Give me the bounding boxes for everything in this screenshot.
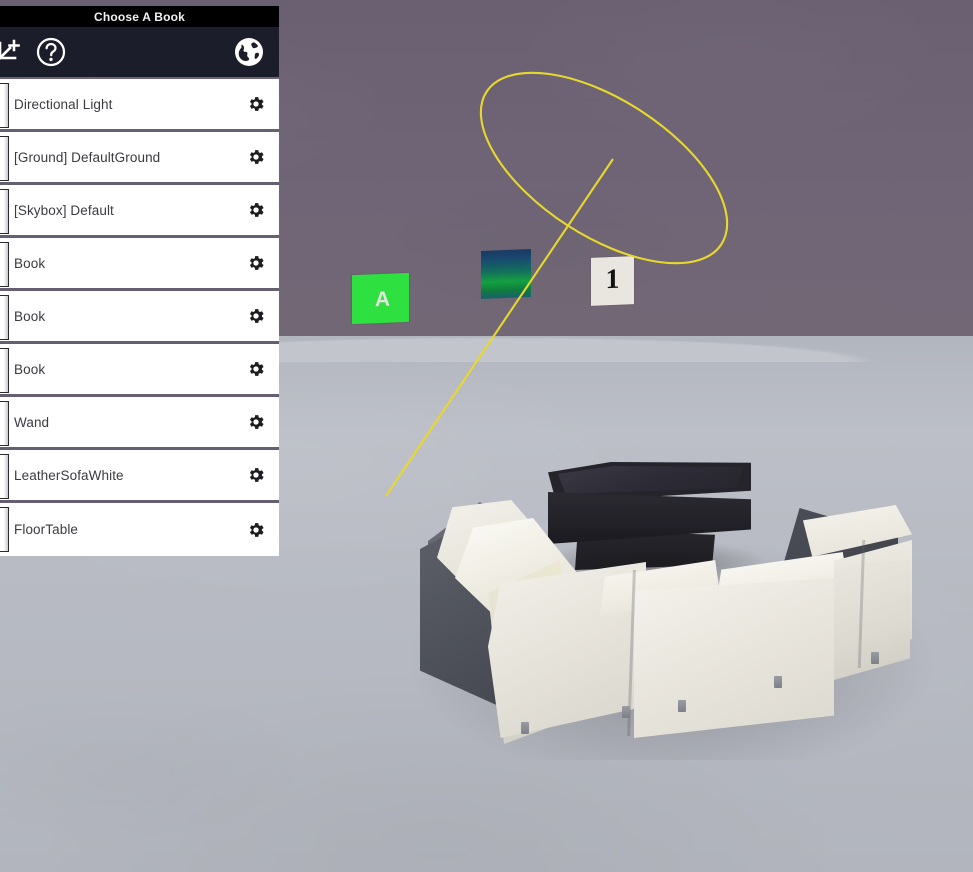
list-item[interactable]: Wand <box>0 397 279 450</box>
sofa-foot <box>774 676 782 688</box>
list-item-label: [Ground] DefaultGround <box>14 149 161 165</box>
list-item-label: Book <box>14 255 46 271</box>
gradient-panel[interactable] <box>481 249 531 299</box>
gear-icon[interactable] <box>245 411 267 433</box>
list-item[interactable]: Book <box>0 291 279 344</box>
numbered-panel[interactable]: 1 <box>591 256 634 306</box>
list-item[interactable]: LeatherSofaWhite <box>0 450 279 503</box>
page-title: Choose A Book <box>93 9 186 24</box>
gear-icon[interactable] <box>245 519 267 541</box>
drag-handle[interactable] <box>0 401 9 446</box>
list-item[interactable]: [Ground] DefaultGround <box>0 132 279 185</box>
list-item-label: Directional Light <box>14 96 113 112</box>
object-list: Directional Light [Ground] DefaultGround <box>0 79 279 556</box>
drag-handle[interactable] <box>0 83 9 128</box>
object-list-panel: Choose A Book Directional Light [Ground]… <box>0 0 279 558</box>
gear-icon[interactable] <box>245 358 267 380</box>
add-object-icon[interactable] <box>0 32 28 72</box>
numbered-panel-label: 1 <box>605 263 620 296</box>
green-letter-panel-label: A <box>374 287 391 311</box>
sofa-foot <box>521 722 529 734</box>
gear-icon[interactable] <box>245 252 267 274</box>
sofa-middle-front[interactable] <box>634 578 834 738</box>
list-item-label: [Skybox] Default <box>14 202 114 218</box>
window-titlebar: Choose A Book <box>0 6 279 27</box>
sofa-foot <box>678 700 686 712</box>
list-item-label: Wand <box>14 414 50 430</box>
gear-icon[interactable] <box>245 199 267 221</box>
gear-icon[interactable] <box>245 93 267 115</box>
list-item-label: FloorTable <box>14 522 79 537</box>
list-item[interactable]: Book <box>0 344 279 397</box>
panel-toolbar <box>0 27 279 77</box>
list-item-label: Book <box>14 308 46 324</box>
list-item[interactable]: [Skybox] Default <box>0 185 279 238</box>
help-question-icon[interactable] <box>30 32 72 72</box>
globe-world-icon[interactable] <box>225 32 273 72</box>
gear-icon[interactable] <box>245 305 267 327</box>
drag-handle[interactable] <box>0 136 9 181</box>
drag-handle[interactable] <box>0 454 9 499</box>
green-letter-panel[interactable]: A <box>352 272 409 325</box>
drag-handle[interactable] <box>0 348 9 393</box>
drag-handle[interactable] <box>0 295 9 340</box>
app-root: A 1 Choose A Book Directional Light [Gro… <box>0 0 973 872</box>
sofa-foot <box>871 652 879 664</box>
list-item[interactable]: FloorTable <box>0 503 279 556</box>
sofa-foot <box>622 706 630 718</box>
list-item[interactable]: Directional Light <box>0 79 279 132</box>
drag-handle[interactable] <box>0 189 9 234</box>
gear-icon[interactable] <box>245 146 267 168</box>
gear-icon[interactable] <box>245 464 267 486</box>
drag-handle[interactable] <box>0 242 9 287</box>
list-item-label: Book <box>14 361 46 377</box>
list-item[interactable]: Book <box>0 238 279 291</box>
drag-handle[interactable] <box>0 507 9 552</box>
list-item-label: LeatherSofaWhite <box>14 467 124 483</box>
